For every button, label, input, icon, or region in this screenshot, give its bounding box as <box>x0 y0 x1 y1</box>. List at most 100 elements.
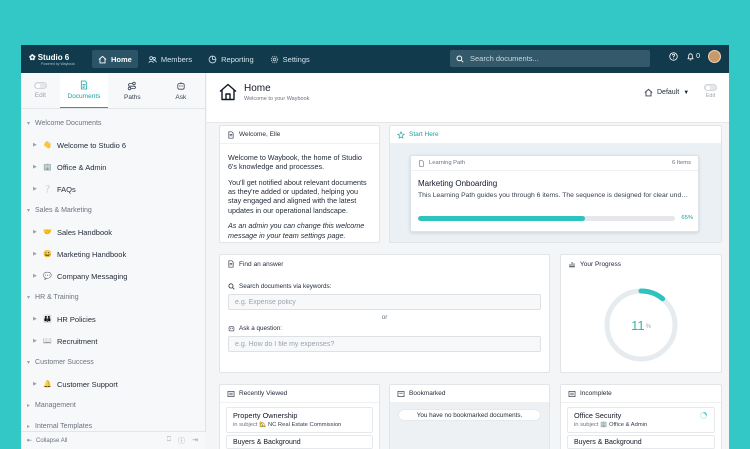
bookmarked-card: Bookmarked You have no bookmarked docume… <box>389 384 550 449</box>
item-count: 6 Items <box>671 160 691 166</box>
caret-right-icon: ▶ <box>33 186 37 192</box>
chevron-down-icon: ▾ <box>27 360 31 366</box>
learning-path-card[interactable]: Learning Path 6 Items Marketing Onboardi… <box>410 155 699 232</box>
caret-right-icon: ▶ <box>33 316 37 322</box>
logout-icon[interactable]: ⇥ <box>192 436 198 446</box>
robot-icon <box>228 326 235 332</box>
smile-emoji-icon: 😀 <box>43 251 52 258</box>
info-icon[interactable]: ⓘ <box>178 436 185 446</box>
bookmark-icon <box>397 390 405 397</box>
sidebar-item-recruitment[interactable]: ▶ 📖 Recruitment <box>21 330 205 352</box>
help-icon[interactable] <box>669 52 678 61</box>
caret-right-icon: ▶ <box>33 273 37 279</box>
learning-path-description: This Learning Path guides you through 6 … <box>418 192 698 199</box>
chevron-down-icon: ▾ <box>27 295 31 301</box>
star-icon <box>397 130 405 139</box>
reporting-icon <box>208 55 217 63</box>
progress-bar-fill <box>418 215 586 221</box>
caret-right-icon: ▶ <box>33 251 37 257</box>
search-icon <box>228 283 235 290</box>
notifications-button[interactable]: 0 <box>686 52 700 61</box>
bell-icon <box>687 53 694 61</box>
bell-emoji-icon: 🔔 <box>43 381 52 388</box>
members-icon <box>148 55 157 63</box>
edit-toggle-icon <box>33 82 47 89</box>
sidebar-tab-edit[interactable]: Edit <box>21 73 60 108</box>
list-item[interactable]: Office Security in subject 🏢 Office & Ad… <box>567 407 715 433</box>
sidebar-item-company-messaging[interactable]: ▶ 💬 Company Messaging <box>21 265 205 287</box>
collapse-all-icon: ⇤ <box>27 438 33 444</box>
sidebar-tab-documents[interactable]: Documents <box>59 73 109 108</box>
layout-icon <box>644 88 653 97</box>
edit-toggle[interactable]: Edit <box>704 84 717 99</box>
user-avatar[interactable] <box>708 50 721 63</box>
sidebar-tab-paths[interactable]: Paths <box>108 73 156 108</box>
view-selector[interactable]: Default ▼ <box>644 88 689 97</box>
list-item[interactable]: Buyers & Background <box>567 435 715 449</box>
family-emoji-icon: 👪 <box>43 316 52 323</box>
book-emoji-icon: 📖 <box>43 338 52 345</box>
chevron-right-icon: ▸ <box>27 424 31 430</box>
notification-count: 0 <box>696 53 700 60</box>
keywords-field[interactable] <box>228 294 541 310</box>
start-here-background: Learning Path 6 Items Marketing Onboardi… <box>390 144 721 242</box>
recently-viewed-card: Recently Viewed Property Ownership in su… <box>219 384 380 449</box>
caret-right-icon: ▶ <box>33 142 37 148</box>
caret-down-icon: ▼ <box>683 89 690 96</box>
sidebar-tab-ask[interactable]: Ask <box>157 73 205 108</box>
bookmark-icon[interactable]: ⎕ <box>167 436 171 446</box>
progress-value: 11% <box>631 317 651 333</box>
incomplete-card: Incomplete Office Security in subject 🏢 … <box>560 384 722 449</box>
caret-right-icon: ▶ <box>33 164 37 170</box>
wave-emoji-icon: 👋 <box>43 142 52 149</box>
nav-reporting[interactable]: Reporting <box>202 50 260 68</box>
search-icon <box>456 54 464 63</box>
studio-logo[interactable]: ✿ Studio 6 Powered by Waybook <box>21 53 87 66</box>
welcome-paragraph-2: You'll get notified about relevant docum… <box>228 177 367 215</box>
list-item[interactable]: Property Ownership in subject 🏡 NC Real … <box>226 407 373 433</box>
document-icon <box>419 159 424 167</box>
house-icon <box>219 83 237 101</box>
sidebar-item-faqs[interactable]: ▶ ❔ FAQs <box>21 178 205 200</box>
global-search[interactable] <box>450 50 650 67</box>
home-icon <box>98 55 107 63</box>
keywords-input[interactable] <box>235 298 535 306</box>
question-input[interactable] <box>235 340 535 348</box>
collapse-all-button[interactable]: Collapse All <box>36 438 67 444</box>
group-sales-marketing[interactable]: ▾ Sales & Marketing <box>21 200 205 221</box>
sidebar-item-marketing-handbook[interactable]: ▶ 😀 Marketing Handbook <box>21 243 205 265</box>
main-content: Home Welcome to your Waybook Default ▼ E… <box>207 73 729 449</box>
document-icon <box>228 130 234 139</box>
group-management[interactable]: ▸ Management <box>21 395 205 416</box>
page-title: Home <box>244 83 271 94</box>
group-customer-success[interactable]: ▾ Customer Success <box>21 352 205 373</box>
chevron-down-icon: ▾ <box>27 208 31 214</box>
nav-settings[interactable]: Settings <box>264 50 316 68</box>
list-item[interactable]: Buyers & Background <box>226 435 373 449</box>
page-header: Home Welcome to your Waybook Default ▼ E… <box>207 73 729 123</box>
sidebar-item-sales-handbook[interactable]: ▶ 🤝 Sales Handbook <box>21 221 205 243</box>
group-welcome-documents[interactable]: ▾ Welcome Documents <box>21 113 205 134</box>
gear-icon <box>270 55 278 63</box>
caret-right-icon: ▶ <box>33 338 37 344</box>
speech-bubble-emoji-icon: 💬 <box>43 273 52 280</box>
welcome-card: Welcome, Elle Welcome to Waybook, the ho… <box>219 125 380 243</box>
partial-progress-icon <box>700 412 707 419</box>
progress-percent: 65% <box>681 215 693 221</box>
list-icon <box>227 390 235 397</box>
sidebar-item-customer-support[interactable]: ▶ 🔔 Customer Support <box>21 373 205 395</box>
caret-right-icon: ▶ <box>33 229 37 235</box>
question-field[interactable] <box>228 336 541 352</box>
sidebar-item-hr-policies[interactable]: ▶ 👪 HR Policies <box>21 308 205 330</box>
sidebar-item-office-admin[interactable]: ▶ 🏢 Office & Admin <box>21 156 205 178</box>
find-answer-card: Find an answer Search documents via keyw… <box>219 254 550 373</box>
document-tree: ▾ Welcome Documents ▶ 👋 Welcome to Studio 6… <box>21 109 205 437</box>
nav-members[interactable]: Members <box>142 50 198 68</box>
nav-home[interactable]: Home <box>92 50 138 68</box>
group-hr-training[interactable]: ▾ HR & Training <box>21 287 205 308</box>
sidebar-item-welcome-to-studio-6[interactable]: ▶ 👋 Welcome to Studio 6 <box>21 134 205 156</box>
search-input[interactable] <box>470 54 640 63</box>
handshake-emoji-icon: 🤝 <box>43 229 52 236</box>
learning-path-progress: 65% <box>418 213 693 223</box>
chart-icon <box>569 262 575 268</box>
